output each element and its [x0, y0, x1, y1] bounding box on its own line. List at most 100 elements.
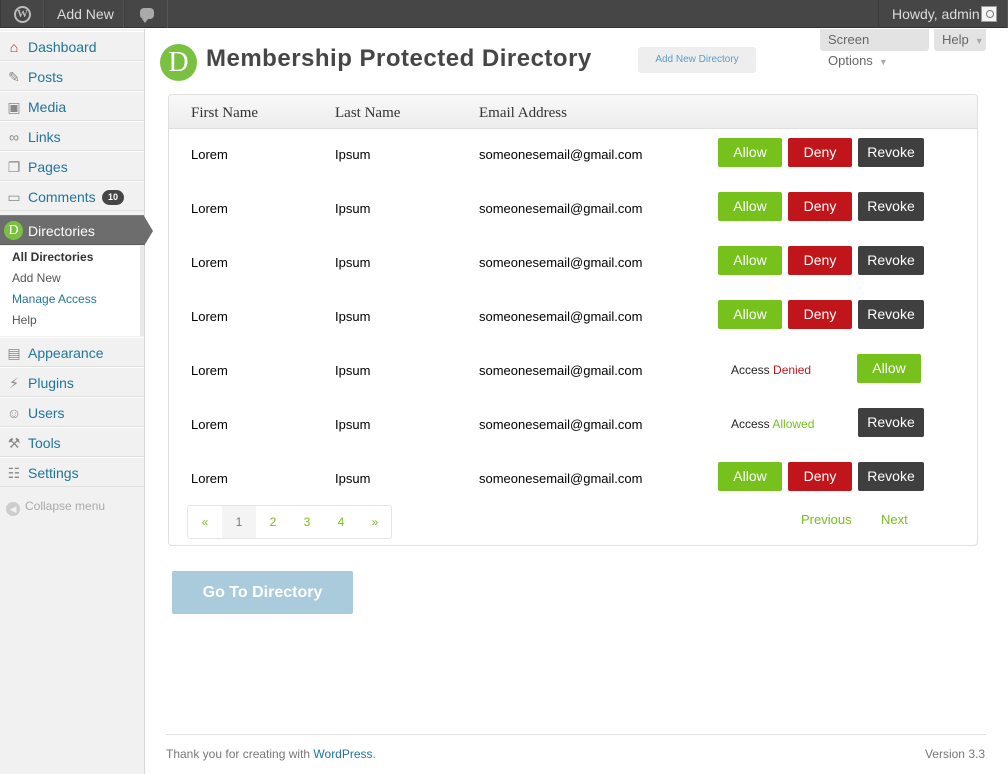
pagination-first[interactable]: « — [188, 506, 222, 538]
submenu-manage-access[interactable]: Manage Access — [12, 292, 97, 306]
admin-bar-comments[interactable] — [124, 0, 168, 28]
go-to-directory-button[interactable]: Go To Directory — [172, 571, 353, 614]
sidebar-item-links[interactable]: ∞ Links — [0, 121, 144, 151]
access-allowed-label: Allowed — [772, 417, 815, 431]
submenu-all-directories[interactable]: All Directories — [12, 250, 93, 264]
pagination-page-1[interactable]: 1 — [222, 506, 256, 538]
sidebar-item-label: Media — [28, 99, 67, 115]
first-name-cell: Lorem — [191, 147, 228, 162]
allow-button[interactable]: Allow — [718, 138, 782, 167]
sidebar-item-posts[interactable]: ✎ Posts — [0, 61, 144, 91]
footer-period: . — [372, 747, 376, 761]
links-icon: ∞ — [9, 129, 19, 145]
sidebar-item-users[interactable]: ☺ Users — [0, 397, 144, 427]
column-last-name[interactable]: Last Name — [335, 105, 400, 122]
chevron-down-icon: ▼ — [974, 36, 984, 46]
allow-button[interactable]: Allow — [718, 300, 782, 329]
sidebar-item-label: Settings — [28, 465, 79, 481]
column-email[interactable]: Email Address — [479, 105, 567, 122]
tools-icon: ⚒ — [7, 435, 21, 451]
avatar — [981, 6, 997, 22]
last-name-cell: Ipsum — [335, 363, 371, 378]
directories-icon: D — [4, 221, 23, 240]
deny-button[interactable]: Deny — [788, 138, 852, 167]
access-status: Access Denied — [731, 363, 811, 377]
help-tab[interactable]: Help ▼ — [934, 29, 986, 51]
last-name-cell: Ipsum — [335, 201, 371, 216]
pagination-page-4[interactable]: 4 — [324, 506, 358, 538]
last-name-cell: Ipsum — [335, 147, 371, 162]
settings-icon: ☷ — [7, 465, 21, 481]
revoke-button[interactable]: Revoke — [858, 138, 924, 167]
revoke-button[interactable]: Revoke — [858, 192, 924, 221]
access-denied-label: Denied — [773, 363, 812, 377]
admin-bar: W Add New Howdy, admin — [0, 0, 1008, 28]
previous-link[interactable]: Previous — [801, 512, 852, 527]
pagination-page-3[interactable]: 3 — [290, 506, 324, 538]
sidebar-item-plugins[interactable]: ⚡ Plugins — [0, 367, 144, 397]
dashboard-icon: ⌂ — [9, 39, 19, 55]
pagination-page-2[interactable]: 2 — [256, 506, 290, 538]
sidebar-item-label: Comments — [28, 189, 96, 205]
screen-options-tab[interactable]: Screen Options ▼ — [820, 29, 929, 68]
revoke-button[interactable]: Revoke — [858, 246, 924, 275]
email-cell: someonesemail@gmail.com — [479, 471, 643, 486]
email-cell: someonesemail@gmail.com — [479, 147, 643, 162]
allow-button[interactable]: Allow — [857, 354, 921, 383]
last-name-cell: Ipsum — [335, 417, 371, 432]
deny-button[interactable]: Deny — [788, 192, 852, 221]
first-name-cell: Lorem — [191, 417, 228, 432]
wordpress-logo-menu[interactable]: W — [0, 0, 44, 28]
next-link[interactable]: Next — [881, 512, 908, 527]
sidebar-item-label: Links — [28, 129, 61, 145]
access-table: First Name Last Name Email Address Lorem… — [168, 94, 978, 546]
sidebar-item-label: Appearance — [28, 345, 104, 361]
admin-bar-account[interactable]: Howdy, admin — [878, 0, 1008, 28]
table-row: Lorem Ipsum someonesemail@gmail.com Allo… — [169, 184, 977, 238]
deny-button[interactable]: Deny — [788, 246, 852, 275]
deny-button[interactable]: Deny — [788, 300, 852, 329]
table-row: Lorem Ipsum someonesemail@gmail.com Allo… — [169, 292, 977, 346]
access-status-prefix: Access — [731, 363, 770, 377]
last-name-cell: Ipsum — [335, 255, 371, 270]
email-cell: someonesemail@gmail.com — [479, 417, 643, 432]
directory-logo-icon: D — [160, 44, 197, 81]
pages-icon: ❐ — [7, 159, 21, 175]
allow-button[interactable]: Allow — [718, 462, 782, 491]
allow-button[interactable]: Allow — [718, 192, 782, 221]
admin-bar-add-new[interactable]: Add New — [44, 0, 124, 28]
sidebar-item-label: Posts — [28, 69, 64, 85]
table-row: Lorem Ipsum someonesemail@gmail.com Acce… — [169, 346, 977, 400]
revoke-button[interactable]: Revoke — [858, 408, 924, 437]
collapse-menu[interactable]: ◀ Collapse menu — [6, 499, 105, 516]
sidebar-item-comments[interactable]: ▭ Comments 10 — [0, 181, 144, 211]
revoke-button[interactable]: Revoke — [858, 462, 924, 491]
email-cell: someonesemail@gmail.com — [479, 201, 643, 216]
sidebar-item-tools[interactable]: ⚒ Tools — [0, 427, 144, 457]
collapse-arrow-icon: ◀ — [6, 502, 20, 516]
sidebar-item-settings[interactable]: ☷ Settings — [0, 457, 144, 487]
users-icon: ☺ — [6, 405, 22, 421]
column-first-name[interactable]: First Name — [191, 105, 258, 122]
pagination: « 1 2 3 4 » — [187, 505, 392, 539]
deny-button[interactable]: Deny — [788, 462, 852, 491]
submenu-add-new[interactable]: Add New — [12, 271, 61, 285]
table-row: Lorem Ipsum someonesemail@gmail.com Allo… — [169, 130, 977, 184]
sidebar-item-dashboard[interactable]: ⌂ Dashboard — [0, 31, 144, 61]
sidebar-item-directories[interactable]: D Directories — [0, 215, 153, 246]
allow-button[interactable]: Allow — [718, 246, 782, 275]
sidebar-item-pages[interactable]: ❐ Pages — [0, 151, 144, 181]
wordpress-link[interactable]: WordPress — [313, 747, 372, 761]
submenu-help[interactable]: Help — [12, 313, 37, 327]
sidebar-item-media[interactable]: ▣ Media — [0, 91, 144, 121]
collapse-menu-label: Collapse menu — [25, 499, 106, 513]
first-name-cell: Lorem — [191, 471, 228, 486]
comments-count-badge: 10 — [102, 190, 124, 205]
add-new-directory-button[interactable]: Add New Directory — [638, 47, 756, 73]
email-cell: someonesemail@gmail.com — [479, 363, 643, 378]
sidebar-item-appearance[interactable]: ▤ Appearance — [0, 337, 144, 367]
revoke-button[interactable]: Revoke — [858, 300, 924, 329]
pagination-last[interactable]: » — [358, 506, 392, 538]
footer-credit: Thank you for creating with WordPress. — [166, 747, 376, 761]
table-row: Lorem Ipsum someonesemail@gmail.com Allo… — [169, 454, 977, 508]
